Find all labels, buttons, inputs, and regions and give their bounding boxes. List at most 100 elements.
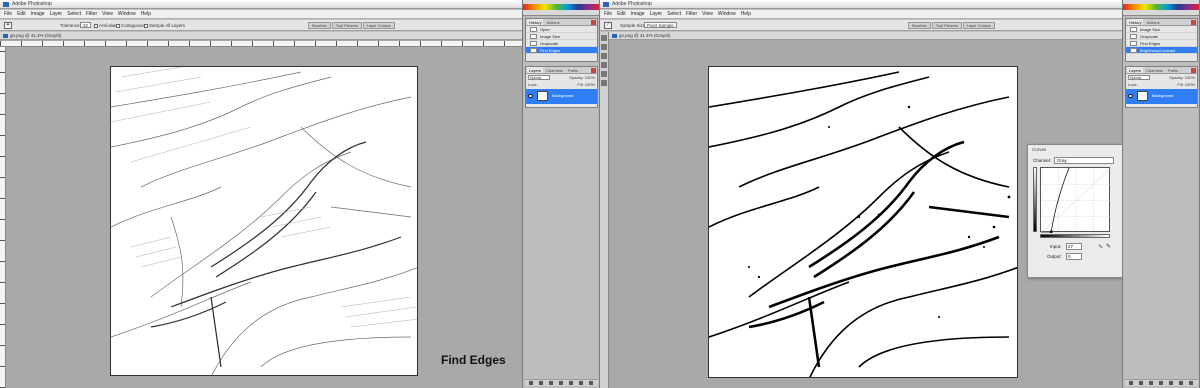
fill-readout[interactable]: Fill: 100% [577, 81, 595, 88]
menu-view[interactable]: View [702, 10, 713, 18]
blend-mode-select[interactable]: Normal [1128, 75, 1150, 81]
link-layers-icon[interactable] [1129, 381, 1133, 385]
anti-alias-checkbox[interactable] [94, 23, 98, 28]
tab-history[interactable]: History [527, 19, 544, 25]
input-field[interactable]: 27 [1066, 243, 1082, 250]
sample-size-select[interactable]: Point Sample [644, 22, 677, 28]
menu-layer[interactable]: Layer [650, 10, 663, 18]
menu-layer[interactable]: Layer [50, 10, 63, 18]
tab-brushes[interactable]: Brushes [308, 22, 331, 29]
eyedropper-tool-icon[interactable]: ⁄ [604, 22, 612, 29]
history-item[interactable]: Open [526, 26, 597, 33]
tab-layers[interactable]: Layers [527, 67, 544, 73]
menu-window[interactable]: Window [118, 10, 136, 18]
adjustment-layer-icon[interactable] [559, 381, 563, 385]
new-group-icon[interactable] [569, 381, 573, 385]
history-item[interactable]: Grayscale [526, 40, 597, 47]
opacity-readout[interactable]: Opacity: 100% [569, 74, 595, 81]
tab-layer-comps[interactable]: Layer Comps [962, 22, 995, 29]
photoshop-app-icon [3, 2, 9, 7]
eye-icon[interactable] [528, 94, 533, 98]
menu-view[interactable]: View [102, 10, 113, 18]
channel-select[interactable]: Gray [1054, 157, 1114, 164]
link-layers-icon[interactable] [529, 381, 533, 385]
menu-image[interactable]: Image [31, 10, 45, 18]
tab-layer-comps[interactable]: Layer Comps [362, 22, 395, 29]
contiguous-option[interactable]: Contiguous [116, 20, 144, 31]
menu-file[interactable]: File [604, 10, 612, 18]
tab-paths[interactable]: Paths [566, 67, 580, 73]
tab-paths[interactable]: Paths [1166, 67, 1180, 73]
left-history-close-icon[interactable] [591, 20, 596, 25]
menu-filter[interactable]: Filter [686, 10, 697, 18]
history-item[interactable]: Grayscale [1126, 33, 1197, 40]
layer-mask-icon[interactable] [1149, 381, 1153, 385]
right-layers-close-icon[interactable] [1191, 68, 1196, 73]
tab-channels[interactable]: Channels [1144, 67, 1165, 73]
left-layers-close-icon[interactable] [591, 68, 596, 73]
menu-help[interactable]: Help [141, 10, 151, 18]
new-layer-icon[interactable] [579, 381, 583, 385]
tool-icon[interactable] [601, 71, 607, 77]
curves-result-canvas[interactable] [708, 66, 1018, 378]
find-edges-canvas[interactable] [110, 66, 418, 376]
tool-icon[interactable] [601, 53, 607, 59]
right-document-tab[interactable]: gn.png @ 41.4% (Gray/8) [609, 32, 1122, 40]
tab-layers[interactable]: Layers [1127, 67, 1144, 73]
menu-filter[interactable]: Filter [86, 10, 97, 18]
tab-tool-presets[interactable]: Tool Presets [331, 22, 362, 29]
blend-mode-select[interactable]: Normal [528, 75, 550, 81]
trash-icon[interactable] [1189, 381, 1193, 385]
tool-icon[interactable] [601, 44, 607, 50]
tool-icon[interactable] [601, 80, 607, 86]
right-history-close-icon[interactable] [1191, 20, 1196, 25]
menu-edit[interactable]: Edit [617, 10, 626, 18]
history-item-selected[interactable]: Find Edges [526, 47, 597, 54]
tab-actions[interactable]: Actions [1144, 19, 1161, 25]
tab-channels[interactable]: Channels [544, 67, 565, 73]
right-color-swatches[interactable] [1123, 0, 1199, 16]
contiguous-checkbox[interactable] [116, 23, 120, 28]
sample-all-option[interactable]: Sample All Layers [144, 20, 185, 31]
menu-select[interactable]: Select [667, 10, 681, 18]
new-layer-icon[interactable] [1179, 381, 1183, 385]
adjustment-layer-icon[interactable] [1159, 381, 1163, 385]
history-item-selected[interactable]: Brightness/Contrast [1126, 47, 1197, 54]
menu-edit[interactable]: Edit [17, 10, 26, 18]
layer-style-icon[interactable] [1139, 381, 1143, 385]
tab-tool-presets[interactable]: Tool Presets [931, 22, 962, 29]
menu-file[interactable]: File [4, 10, 12, 18]
menu-image[interactable]: Image [631, 10, 645, 18]
tab-actions[interactable]: Actions [544, 19, 561, 25]
left-document-tab[interactable]: gn.png @ 41.4% (Gray/8) [0, 32, 522, 40]
tab-history[interactable]: History [1127, 19, 1144, 25]
sample-all-checkbox[interactable] [144, 23, 148, 28]
pencil-icon[interactable]: ✎ [1106, 243, 1111, 250]
history-item[interactable]: Find Edges [1126, 40, 1197, 47]
curve-point[interactable] [1050, 230, 1053, 234]
output-field[interactable]: 0 [1066, 253, 1082, 260]
menu-help[interactable]: Help [741, 10, 751, 18]
layer-style-icon[interactable] [539, 381, 543, 385]
history-item[interactable]: Image Size [1126, 26, 1197, 33]
fill-readout[interactable]: Fill: 100% [1177, 81, 1195, 88]
menu-select[interactable]: Select [67, 10, 81, 18]
layer-mask-icon[interactable] [549, 381, 553, 385]
tool-icon[interactable] [601, 35, 607, 41]
eye-icon[interactable] [1128, 94, 1133, 98]
left-color-swatches[interactable] [523, 0, 599, 16]
menu-window[interactable]: Window [718, 10, 736, 18]
trash-icon[interactable] [589, 381, 593, 385]
magic-wand-tool-icon[interactable]: ✦ [4, 22, 12, 29]
curve-edit-icon[interactable]: ∿ [1098, 243, 1103, 250]
layer-row-background[interactable]: Background [526, 89, 597, 104]
layer-row-background[interactable]: Background [1126, 89, 1197, 104]
curves-graph[interactable] [1040, 167, 1112, 234]
tab-brushes[interactable]: Brushes [908, 22, 931, 29]
new-group-icon[interactable] [1169, 381, 1173, 385]
anti-alias-option[interactable]: Anti-alias [94, 20, 118, 31]
tolerance-input[interactable]: 32 [80, 22, 92, 28]
tool-icon[interactable] [601, 62, 607, 68]
history-item[interactable]: Image Size [526, 33, 597, 40]
opacity-readout[interactable]: Opacity: 100% [1169, 74, 1195, 81]
